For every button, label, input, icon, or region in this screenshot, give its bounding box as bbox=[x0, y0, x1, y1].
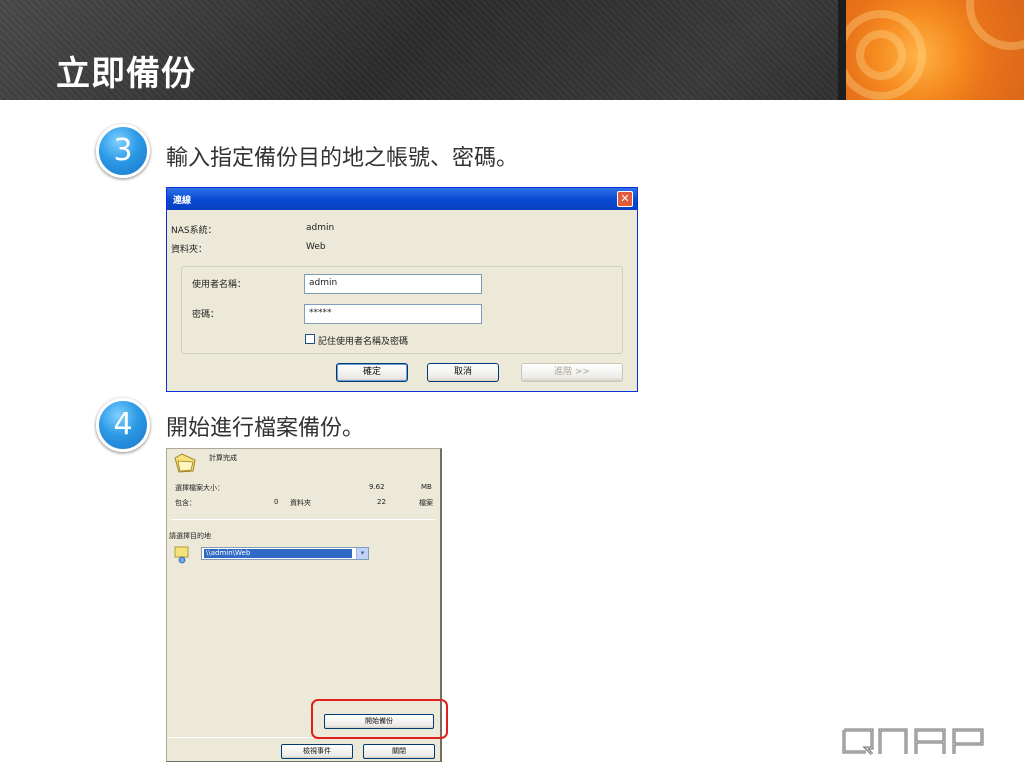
folder-value: Web bbox=[306, 242, 326, 252]
size-unit: MB bbox=[421, 483, 432, 491]
start-backup-highlight bbox=[311, 699, 448, 739]
file-count: 22 bbox=[377, 498, 386, 506]
view-events-button[interactable]: 檢視事件 bbox=[281, 744, 353, 759]
header-orange-decoration bbox=[846, 0, 1024, 100]
connect-dialog: 連線 ✕ NAS系統： admin 資料夾： Web 使用者名稱： admin … bbox=[166, 187, 638, 392]
password-field[interactable]: ***** bbox=[304, 304, 482, 324]
destination-value: \\admin\Web bbox=[204, 549, 352, 558]
step-4-text: 開始進行檔案備份。 bbox=[166, 416, 365, 441]
destination-label: 請選擇目的地 bbox=[169, 532, 211, 540]
username-field[interactable]: admin bbox=[304, 274, 482, 294]
step-3-badge: 3 bbox=[96, 124, 150, 178]
destination-select[interactable]: \\admin\Web ▾ bbox=[201, 547, 369, 560]
close-button[interactable]: 關閉 bbox=[363, 744, 435, 759]
advanced-button[interactable]: 進階 >> bbox=[521, 363, 623, 382]
cancel-button[interactable]: 取消 bbox=[427, 363, 499, 382]
size-value: 9.62 bbox=[369, 483, 385, 491]
file-unit: 檔案 bbox=[419, 499, 433, 507]
header-divider bbox=[838, 0, 846, 100]
remember-checkbox[interactable] bbox=[305, 334, 315, 344]
folder-unit: 資料夾 bbox=[290, 499, 311, 507]
size-label: 選擇檔案大小： bbox=[175, 484, 224, 492]
folder-count: 0 bbox=[274, 498, 279, 506]
connect-dialog-title: 連線 bbox=[173, 196, 192, 206]
step-4-badge: 4 bbox=[96, 398, 150, 452]
nas-value: admin bbox=[306, 223, 335, 233]
status-text: 計算完成 bbox=[209, 454, 237, 462]
qnap-logo bbox=[842, 728, 984, 756]
password-label: 密碼： bbox=[192, 310, 220, 320]
connect-dialog-titlebar[interactable]: 連線 ✕ bbox=[167, 188, 637, 210]
chevron-down-icon[interactable]: ▾ bbox=[356, 548, 368, 559]
close-icon[interactable]: ✕ bbox=[617, 191, 633, 207]
contains-label: 包含： bbox=[175, 499, 196, 507]
username-label: 使用者名稱： bbox=[192, 280, 247, 290]
network-folder-icon bbox=[174, 546, 189, 564]
step-3-text: 輸入指定備份目的地之帳號、密碼。 bbox=[166, 146, 519, 171]
ok-button[interactable]: 確定 bbox=[336, 363, 408, 382]
remember-label: 記住使用者名稱及密碼 bbox=[318, 337, 409, 347]
divider bbox=[171, 519, 435, 520]
page-title: 立即備份 bbox=[56, 54, 196, 94]
nas-label: NAS系統： bbox=[171, 226, 217, 236]
folder-icon bbox=[174, 453, 196, 473]
folder-label: 資料夾： bbox=[171, 245, 208, 255]
